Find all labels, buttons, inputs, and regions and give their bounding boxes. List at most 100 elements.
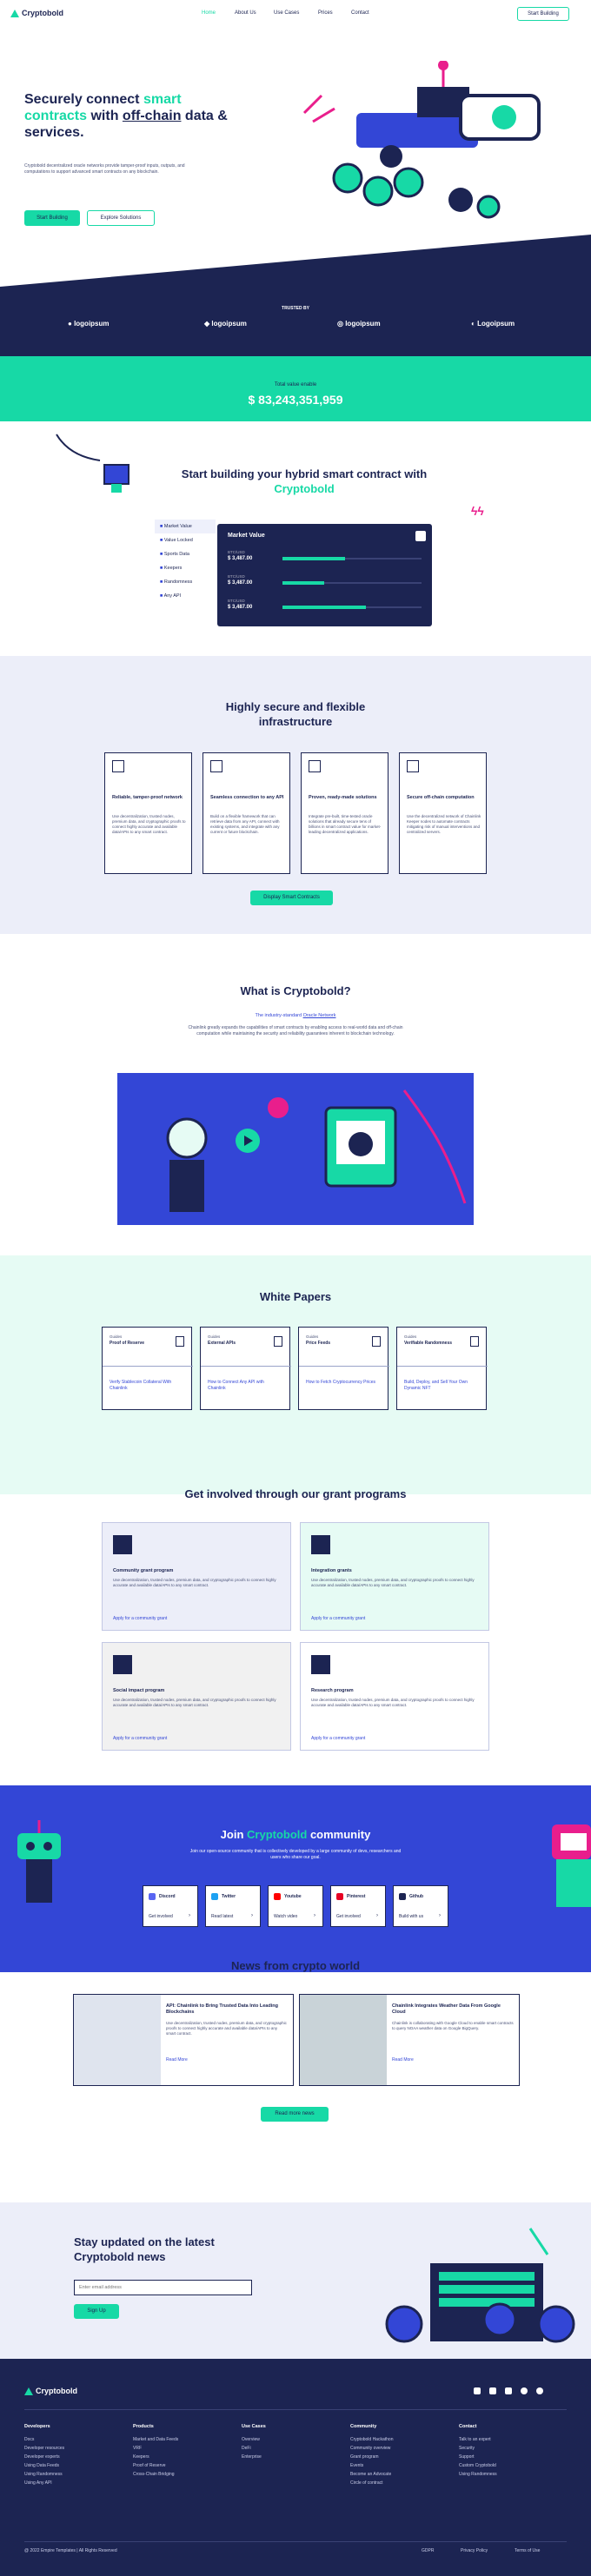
footer-link[interactable]: Cryptobold Hackathon	[350, 2435, 393, 2444]
community-cta[interactable]: Watch video	[274, 1914, 297, 1919]
news-card[interactable]: Chainlink Integrates Weather Data From G…	[299, 1994, 520, 2086]
community-card[interactable]: Twitter Read latest ›	[205, 1885, 261, 1927]
tab-randomness[interactable]: ■ Randomness	[155, 575, 216, 589]
github-icon	[399, 1893, 406, 1900]
community-card[interactable]: Youtube Watch video ›	[268, 1885, 323, 1927]
news-link[interactable]: Read More	[392, 2057, 414, 2063]
what-illustration	[117, 1073, 474, 1225]
legal-terms[interactable]: Terms of Use	[515, 2548, 540, 2553]
grant-icon	[311, 1535, 330, 1554]
footer-link[interactable]: Talk to an expert	[459, 2435, 491, 2444]
cable-plug-illustration	[56, 434, 129, 493]
secure-title: Highly secure and flexible infrastructur…	[225, 700, 366, 728]
github-icon[interactable]	[521, 2387, 528, 2394]
paper-card[interactable]: Guides Verifiable Randomness Build, Deploy…	[396, 1327, 488, 1410]
explore-solutions-button[interactable]: Explore Solutions	[87, 210, 155, 226]
news-title: News from crypto world	[230, 1959, 361, 1972]
tab-any-api[interactable]: ■ Any API	[155, 589, 216, 603]
grant-description: Use decentralization, trusted nodes, pre…	[113, 1698, 276, 1707]
footer-link[interactable]: Events	[350, 2461, 363, 2470]
paper-link[interactable]: How to Fetch Cryptocurrency Prices	[306, 1380, 381, 1386]
footer-link[interactable]: Using Randomness	[459, 2470, 497, 2479]
footer-logo[interactable]: Cryptobold	[24, 2387, 77, 2395]
footer-link[interactable]: Using Randomness	[24, 2470, 63, 2479]
footer-link[interactable]: Custom Cryptobold	[459, 2461, 496, 2470]
footer-link[interactable]: Circle of contract	[350, 2479, 383, 2487]
footer-link[interactable]: Developer experts	[24, 2453, 60, 2461]
footer-link[interactable]: Using Data Feeds	[24, 2461, 59, 2470]
community-name: Youtube	[284, 1894, 302, 1899]
community-cta[interactable]: Read latest	[211, 1914, 233, 1919]
nav-prices[interactable]: Prices	[318, 10, 333, 16]
news-link[interactable]: Read More	[166, 2057, 188, 2063]
paper-link[interactable]: How to Connect Any API with Chainlink	[208, 1380, 282, 1392]
tab-market-value[interactable]: ■ Market Value	[155, 520, 216, 533]
community-card[interactable]: Discord Get involved ›	[143, 1885, 198, 1927]
nav-cta-button[interactable]: Start Building	[517, 7, 569, 21]
footer-link[interactable]: Developer resources	[24, 2444, 64, 2453]
footer-link[interactable]: Overview	[242, 2435, 260, 2444]
footer-link[interactable]: Docs	[24, 2435, 34, 2444]
paper-card[interactable]: Guides Proof of Reserve Verify Stablecoin …	[102, 1327, 193, 1410]
news-card[interactable]: API: Chainlink to Bring Trusted Data Int…	[73, 1994, 294, 2086]
discord-icon[interactable]	[505, 2387, 512, 2394]
footer-link[interactable]: Enterprise	[242, 2453, 262, 2461]
paper-link[interactable]: Verify Stablecoin Collateral With Chainl…	[110, 1380, 184, 1392]
nav-about[interactable]: About Us	[235, 10, 256, 16]
paper-card[interactable]: Guides External APIs How to Connect Any AP…	[200, 1327, 291, 1410]
footer-link[interactable]: Become an Advocate	[350, 2470, 391, 2479]
footer-link[interactable]: Market and Data Feeds	[133, 2435, 178, 2444]
footer-link[interactable]: Grant program	[350, 2453, 379, 2461]
legal-privacy[interactable]: Privacy Policy	[461, 2548, 488, 2553]
community-cta[interactable]: Get involved	[149, 1914, 173, 1919]
sign-up-button[interactable]: Sign Up	[74, 2304, 119, 2319]
footer-link[interactable]: Cross-Chain Bridging	[133, 2470, 175, 2479]
nav-home[interactable]: Home	[202, 10, 216, 16]
grant-link[interactable]: Apply for a community grant	[311, 1616, 365, 1621]
footer-link[interactable]: Keepers	[133, 2453, 149, 2461]
paper-kicker: Guides	[208, 1334, 221, 1339]
pinterest-icon[interactable]	[536, 2387, 543, 2394]
copyright: @ 2022 Empire Templates | All Rights Res…	[24, 2548, 117, 2553]
paper-title: Proof of Reserve	[110, 1341, 145, 1346]
footer-link[interactable]: DeFi	[242, 2444, 251, 2453]
display-contracts-button[interactable]: Display Smart Contracts	[250, 891, 333, 905]
footer-link[interactable]: Community overview	[350, 2444, 390, 2453]
footer-link[interactable]: Security	[459, 2444, 475, 2453]
footer-column-heading: Contact	[459, 2424, 477, 2429]
stats-band	[0, 356, 591, 421]
youtube-icon[interactable]	[489, 2387, 496, 2394]
grant-link[interactable]: Apply for a community grant	[113, 1736, 167, 1741]
footer-link[interactable]: Support	[459, 2453, 475, 2461]
paper-kicker: Guides	[306, 1334, 319, 1339]
legal-gdpr[interactable]: GDPR	[422, 2548, 434, 2553]
paper-link[interactable]: Build, Deploy, and Sell Your Own Dynamic…	[404, 1380, 479, 1392]
logo[interactable]: Cryptobold	[10, 9, 63, 17]
paper-card[interactable]: Guides Price Feeds How to Fetch Cryptocurr…	[298, 1327, 389, 1410]
nav-contact[interactable]: Contact	[351, 10, 369, 16]
partner-logo: ● logoipsum	[68, 320, 110, 328]
tab-sports-data[interactable]: ■ Sports Data	[155, 547, 216, 561]
read-more-news-button[interactable]: Read more news	[261, 2107, 329, 2122]
community-card[interactable]: Github Build with us ›	[393, 1885, 448, 1927]
tab-value-locked[interactable]: ■ Value Locked	[155, 533, 216, 547]
footer-link[interactable]: VRF	[133, 2444, 142, 2453]
community-cta[interactable]: Get involved	[336, 1914, 361, 1919]
email-field[interactable]	[74, 2280, 252, 2295]
discord-icon	[149, 1893, 156, 1900]
community-cta[interactable]: Build with us	[399, 1914, 423, 1919]
nav-use-cases[interactable]: Use Cases	[274, 10, 299, 16]
twitter-icon[interactable]	[474, 2387, 481, 2394]
footer-link[interactable]: Using Any API	[24, 2479, 52, 2487]
grant-link[interactable]: Apply for a community grant	[311, 1736, 365, 1741]
grant-card: Social impact program Use decentralizatio…	[102, 1642, 291, 1751]
footer-link[interactable]: Proof of Reserve	[133, 2461, 166, 2470]
grant-link[interactable]: Apply for a community grant	[113, 1616, 167, 1621]
zigzag-icon: ϟϟ	[471, 504, 484, 518]
price-label: BTC/USD	[228, 599, 245, 603]
price-track	[282, 606, 422, 609]
community-card[interactable]: Pinterest Get involved ›	[330, 1885, 386, 1927]
tab-keepers[interactable]: ■ Keepers	[155, 561, 216, 575]
start-building-button[interactable]: Start Building	[24, 210, 80, 226]
hero-description: Cryptobold decentralized oracle networks…	[24, 163, 185, 175]
